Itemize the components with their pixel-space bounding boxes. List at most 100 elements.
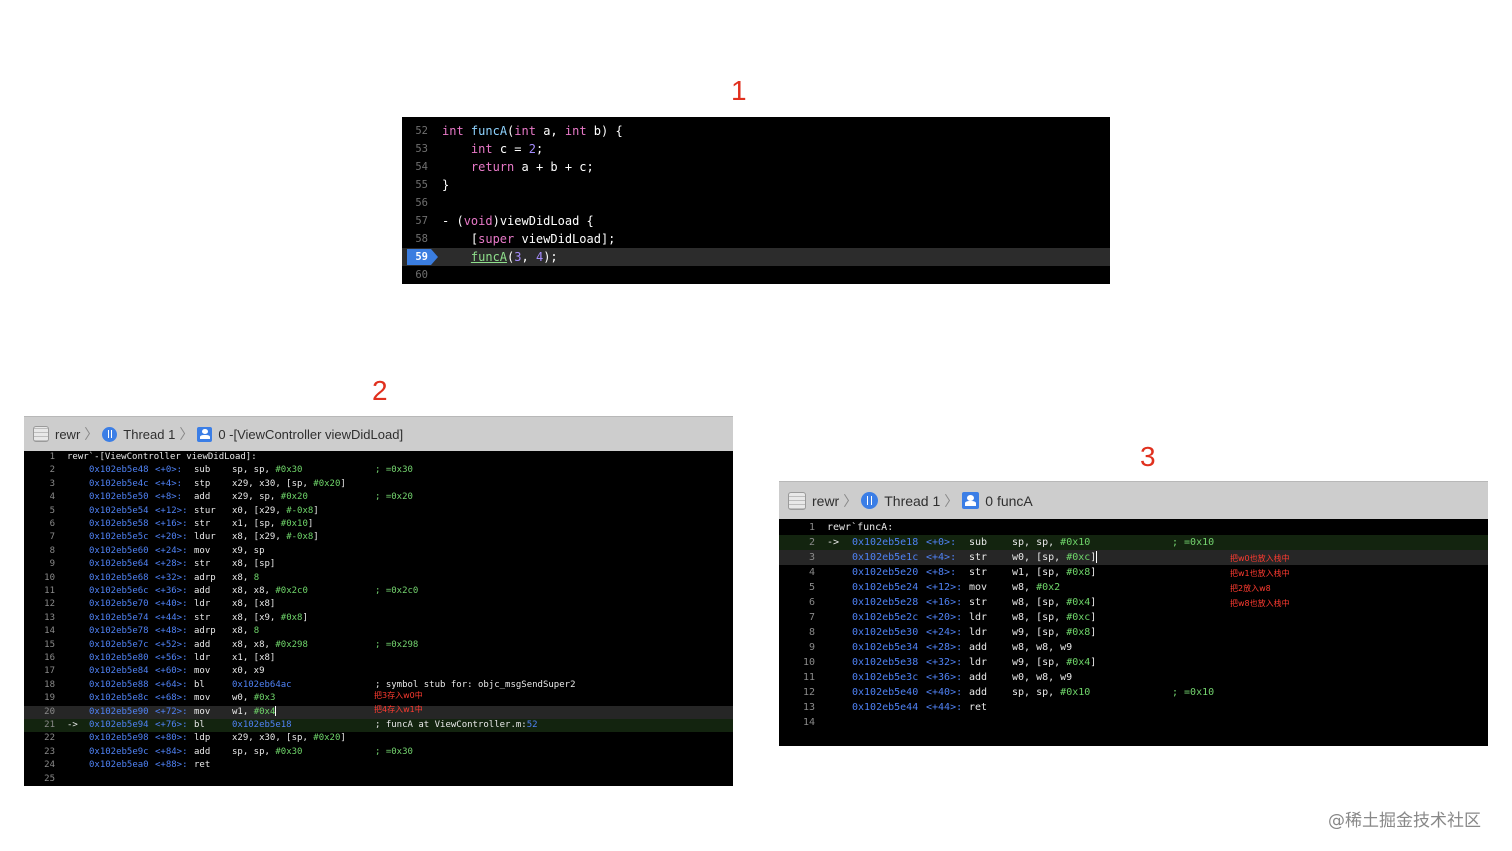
disassembly-line[interactable]: 16 0x102eb5e80 <+56>: ldr x1, [x8]	[24, 652, 733, 665]
line-number: 11	[44, 586, 55, 596]
line-number: 23	[44, 746, 55, 757]
disassembly-line[interactable]: 22 0x102eb5e98 <+80>: ldp x29, x30, [sp, #0x…	[24, 732, 733, 745]
opcode: str	[194, 612, 211, 623]
operand-text: x29, x30, [sp,	[232, 733, 314, 744]
operands: x8, x8, #0x2c0	[232, 585, 308, 598]
operand-text: w9, [sp,	[1012, 657, 1067, 668]
opcode: adrp	[194, 572, 216, 583]
opcode: ldr	[969, 657, 988, 668]
disassembly-line[interactable]: 9 0x102eb5e34 <+28>: add w8, w8, w9	[779, 640, 1488, 655]
instruction-address: 0x102eb5e30	[852, 627, 919, 638]
code-token: return	[470, 160, 515, 174]
disassembly-line[interactable]: 4 0x102eb5e50 <+8>: add x29, sp, #0x20 ; =0x2…	[24, 491, 733, 504]
disassembly-line[interactable]: 12 0x102eb5e40 <+40>: add sp, sp, #0x10 ; =0x…	[779, 685, 1488, 700]
line-number: 4	[808, 567, 815, 578]
line-number: 6	[49, 519, 55, 529]
operand-text: ]	[307, 519, 314, 529]
source-line[interactable]: 52 int funcA(int a, int b) {	[402, 122, 1110, 140]
disassembly-line[interactable]: 21 -> 0x102eb5e94 <+76>: bl 0x102eb5e18 ; func…	[24, 719, 733, 733]
breadcrumb-project-label: rewr	[812, 492, 840, 509]
instruction-offset: <+44>:	[155, 612, 188, 623]
operands: x8, 8	[232, 572, 259, 585]
opcode: ldur	[194, 532, 216, 543]
instruction-address: 0x102eb5e64	[89, 559, 149, 570]
disassembly-line[interactable]: 2 -> 0x102eb5e18 <+0>: sub sp, sp, #0x10 ; =0x…	[779, 535, 1488, 550]
operand-text: w1, [sp,	[1012, 567, 1067, 578]
disassembly-line[interactable]: 20 0x102eb5e90 <+72>: mov w1, #0x4 把4存入w1中	[24, 705, 733, 719]
disassembly-line[interactable]: 25	[24, 773, 733, 786]
disassembly-line[interactable]: 14	[779, 715, 1488, 730]
disassembly-line[interactable]: 14 0x102eb5e78 <+48>: adrp x8, 8	[24, 625, 733, 638]
disassembly-line[interactable]: 5 0x102eb5e54 <+12>: stur x0, [x29, #-0x8]	[24, 505, 733, 518]
instruction-address: 0x102eb5e1c	[852, 552, 919, 563]
breadcrumb-thread[interactable]: Thread 1	[102, 426, 176, 442]
line-number: 22	[44, 733, 55, 744]
disassembly-line[interactable]: 23 0x102eb5e9c <+84>: add sp, sp, #0x30 ; =0x…	[24, 746, 733, 759]
source-line[interactable]: 55}	[402, 176, 1110, 194]
disassembly-panel-viewdidload[interactable]: rewr 〉 Thread 1 〉 0 -[ViewController vie…	[24, 416, 733, 786]
disassembly-panel-funca[interactable]: rewr 〉 Thread 1 〉 0 funcA 1 rewr`funcA: 2 -…	[779, 481, 1488, 746]
disassembly-line[interactable]: 15 0x102eb5e7c <+52>: add x8, x8, #0x298 ; =0…	[24, 639, 733, 652]
instruction-address: 0x102eb5e3c	[852, 672, 919, 683]
disassembly-line[interactable]: 17 0x102eb5e84 <+60>: mov x0, x9	[24, 665, 733, 678]
operand-text: sp, sp,	[1012, 687, 1061, 698]
disassembly-line[interactable]: 4 0x102eb5e20 <+8>: str w1, [sp, #0x8] 把w1也放入…	[779, 565, 1488, 580]
source-line[interactable]: 56	[402, 194, 1110, 212]
annotation-note: 把w0也放入栈中	[1230, 554, 1290, 563]
disassembly-line[interactable]: 6 0x102eb5e58 <+16>: str x1, [sp, #0x10]	[24, 518, 733, 531]
disassembly-line[interactable]: 12 0x102eb5e70 <+40>: ldr x8, [x8]	[24, 598, 733, 611]
line-number: 1	[808, 522, 815, 533]
source-editor[interactable]: 52 int funcA(int a, int b) {53 int c = 2;…	[402, 117, 1110, 284]
code-token: ;	[535, 142, 544, 156]
disassembly-line[interactable]: 5 0x102eb5e24 <+12>: mov w8, #0x2 把2放入w8	[779, 580, 1488, 595]
disassembly-line[interactable]: 11 0x102eb5e6c <+36>: add x8, x8, #0x2c0 ; =0…	[24, 585, 733, 598]
disassembly-line[interactable]: 13 0x102eb5e44 <+44>: ret	[779, 700, 1488, 715]
source-line[interactable]: 54 return a + b + c;	[402, 158, 1110, 176]
breadcrumb-frame[interactable]: 0 -[ViewController viewDidLoad]	[197, 426, 403, 442]
instruction-offset: <+20>:	[926, 612, 963, 623]
breadcrumb-project[interactable]: rewr	[788, 491, 840, 510]
disassembly-line[interactable]: 8 0x102eb5e60 <+24>: mov x9, sp	[24, 545, 733, 558]
disassembly-line[interactable]: 1 rewr`funcA:	[779, 520, 1488, 535]
source-line[interactable]: 53 int c = 2;	[402, 140, 1110, 158]
disassembly-line[interactable]: 10 0x102eb5e38 <+32>: ldr w9, [sp, #0x4]	[779, 655, 1488, 670]
line-number: 19	[44, 693, 55, 704]
disassembly-line[interactable]: 3 0x102eb5e1c <+4>: str w0, [sp, #0xc] 把w0也放入…	[779, 550, 1488, 565]
instruction-address: 0x102eb5e7c	[89, 639, 149, 650]
source-line[interactable]: 58 [super viewDidLoad];	[402, 230, 1110, 248]
operands: x8, x8, #0x298	[232, 639, 308, 652]
instruction-offset: <+24>:	[926, 627, 963, 638]
disassembly-line[interactable]: 2 0x102eb5e48 <+0>: sub sp, sp, #0x30 ; =0x30	[24, 464, 733, 477]
code-token: )viewDidLoad {	[492, 214, 594, 228]
code-token: b) {	[586, 124, 623, 138]
operand-text: w8, [sp,	[1012, 612, 1067, 623]
disassembly-line[interactable]: 7 0x102eb5e2c <+20>: ldr w8, [sp, #0xc]	[779, 610, 1488, 625]
disassembly-line[interactable]: 7 0x102eb5e5c <+20>: ldur x8, [x29, #-0x8]	[24, 531, 733, 544]
source-line[interactable]: 59 funcA(3, 4);	[402, 248, 1110, 266]
disassembly-line[interactable]: 24 0x102eb5ea0 <+88>: ret	[24, 759, 733, 772]
disassembly-line[interactable]: 13 0x102eb5e74 <+44>: str x8, [x9, #0x8]	[24, 612, 733, 625]
source-line[interactable]: 57 - (void)viewDidLoad {	[402, 212, 1110, 230]
instruction-offset: <+0>:	[926, 537, 957, 548]
operand-text: sp, sp,	[232, 746, 276, 757]
disassembly-line[interactable]: 11 0x102eb5e3c <+36>: add w0, w8, w9	[779, 670, 1488, 685]
disassembly-line[interactable]: 6 0x102eb5e28 <+16>: str w8, [sp, #0x4] 把w8也放…	[779, 595, 1488, 610]
disassembly-line[interactable]: 3 0x102eb5e4c <+4>: stp x29, x30, [sp, #0x20…	[24, 478, 733, 491]
breadcrumb-thread-label: Thread 1	[123, 426, 176, 442]
stack-frame-icon	[197, 426, 213, 442]
disassembly-line[interactable]: 8 0x102eb5e30 <+24>: ldr w9, [sp, #0x8]	[779, 625, 1488, 640]
breadcrumb-project[interactable]: rewr	[33, 426, 80, 442]
disassembly-line[interactable]: 1 rewr`-[ViewController viewDidLoad]:	[24, 451, 733, 464]
opcode: ret	[194, 760, 211, 771]
source-line[interactable]: 60	[402, 266, 1110, 284]
breadcrumb-thread[interactable]: Thread 1	[861, 492, 940, 509]
breadcrumb-frame[interactable]: 0 funcA	[962, 492, 1033, 509]
operand-text: x9, sp	[232, 545, 265, 556]
line-number: 11	[802, 672, 815, 683]
code-token: int	[564, 124, 587, 138]
disassembly-line[interactable]: 9 0x102eb5e64 <+28>: str x8, [sp]	[24, 558, 733, 571]
instruction-offset: <+56>:	[155, 653, 188, 663]
operands: x29, sp, #0x20	[232, 491, 308, 504]
disassembly-line[interactable]: 10 0x102eb5e68 <+32>: adrp x8, 8	[24, 572, 733, 585]
